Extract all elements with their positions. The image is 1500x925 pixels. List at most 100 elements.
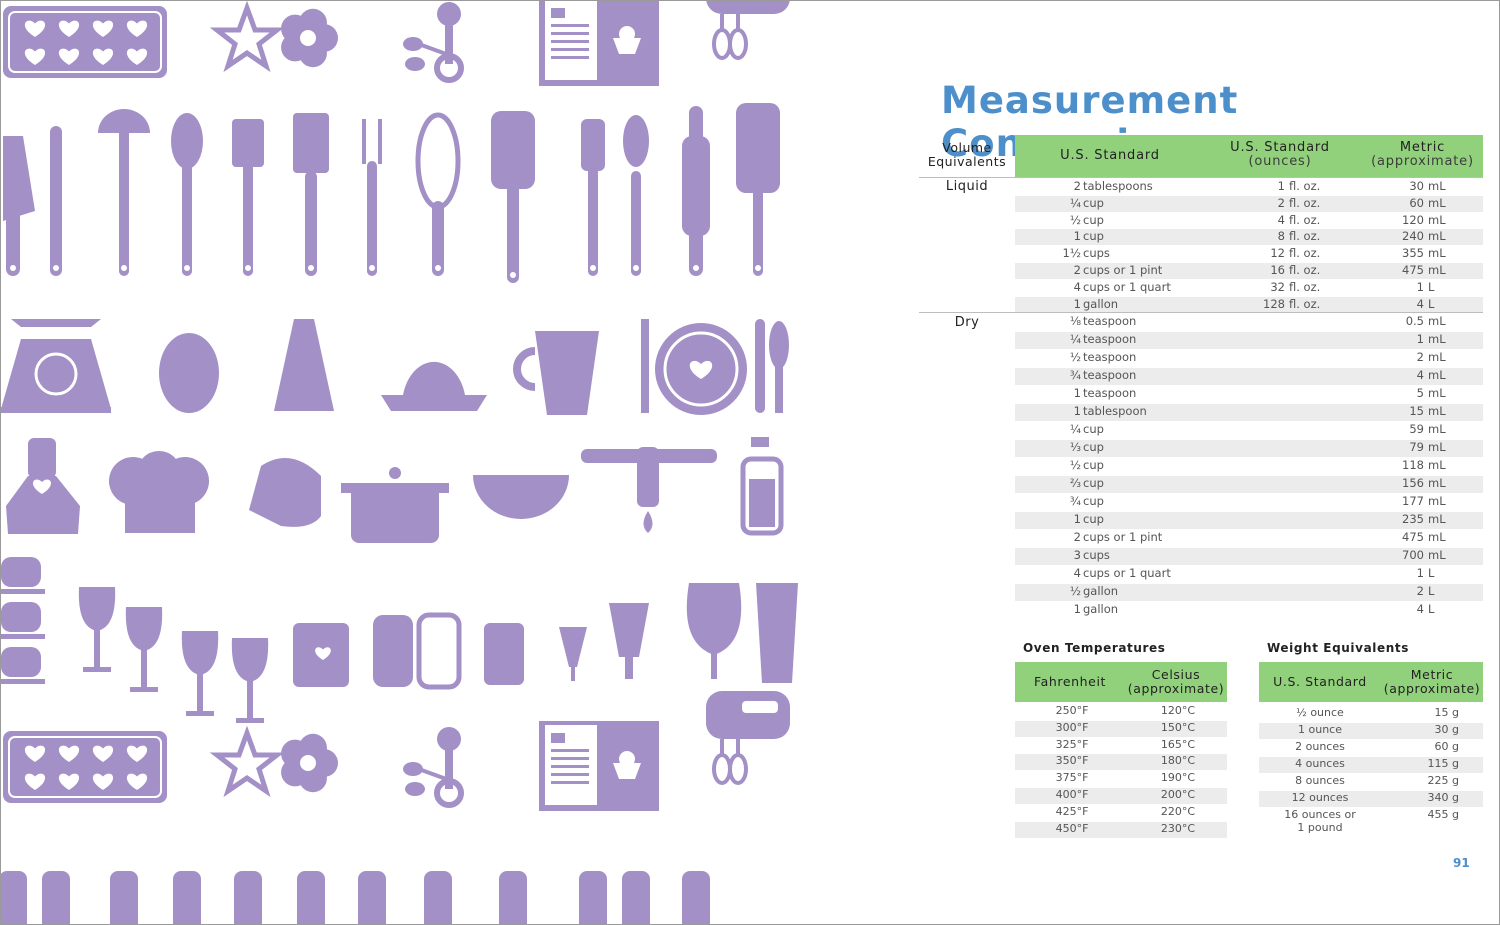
table-row: 4 cups or 1 quart 32 fl. oz. 1 L — [1015, 280, 1483, 296]
celsius: 120°C — [1160, 704, 1196, 717]
unit: cup — [1083, 422, 1104, 436]
fahrenheit: 325°F — [1055, 737, 1089, 751]
fahrenheit: 400°F — [1055, 788, 1089, 801]
table-row: 450°F 230°C — [1015, 821, 1227, 838]
utensil-icon — [173, 871, 201, 924]
metric-value: 235 — [1402, 512, 1424, 526]
flower-cookie-cutter-icon — [281, 733, 338, 793]
metric-unit: mL — [1428, 440, 1446, 454]
table-row: 250°F 120°C — [1015, 704, 1227, 720]
metric-unit: mL — [1428, 404, 1446, 418]
fahrenheit: 300°F — [1055, 720, 1089, 734]
ounces: 1 — [1277, 179, 1285, 193]
metric-unit: mL — [1428, 368, 1446, 382]
amount: ½ — [1069, 212, 1081, 227]
volume-table-header: Volume Equivalents U.S. Standard U.S. St… — [919, 135, 1483, 177]
wooden-spoon-icon — [581, 119, 605, 276]
amount: ¾ — [1069, 368, 1081, 382]
metric-unit: mL — [1428, 422, 1446, 436]
ounces: 32 — [1270, 279, 1285, 294]
celsius: 200°C — [1160, 788, 1196, 801]
amount: ¼ — [1069, 195, 1081, 210]
table-row: 12 ounces 340 g — [1259, 791, 1483, 807]
col-metric-weight: Metric (approximate) — [1383, 667, 1481, 696]
beer-glass-icon — [756, 583, 798, 683]
table-row: 1 gallon 4 L — [1015, 602, 1483, 619]
amount: 1½ — [1062, 246, 1081, 261]
book-spread: Measurement Conversions Volume Equivalen… — [0, 0, 1500, 925]
liquid-divider — [919, 177, 1483, 178]
fahrenheit: 375°F — [1055, 771, 1089, 785]
amount: ¼ — [1069, 332, 1081, 346]
slotted-spoon-icon — [171, 113, 203, 276]
table-row: 1 gallon 128 fl. oz. 4 L — [1015, 296, 1483, 313]
ounces-unit: fl. oz. — [1289, 263, 1321, 277]
unit: tablespoons — [1083, 179, 1153, 193]
celsius: 220°C — [1160, 804, 1196, 818]
table-row: 4 ounces 115 g — [1259, 757, 1483, 773]
table-row: ¼ cup 59 mL — [1015, 422, 1483, 439]
table-row: 3 cups 700 mL — [1015, 548, 1483, 565]
metric-value: 4 — [1416, 368, 1424, 382]
table-row: ½ cup 118 mL — [1015, 458, 1483, 475]
amount: 4 — [1073, 279, 1081, 294]
col-metric: Metric (approximate) — [1371, 140, 1474, 169]
amount: 3 — [1073, 548, 1081, 562]
col-us-standard-weight: U.S. Standard — [1273, 674, 1367, 689]
wine-glass-icon — [125, 607, 163, 692]
amount: 2 — [1073, 179, 1081, 193]
table-row: 1 cup 8 fl. oz. 240 mL — [1015, 229, 1483, 246]
metric-weight: 30 g — [1434, 723, 1459, 736]
metric-value: 2 — [1416, 350, 1424, 364]
table-row: 16 ounces or 1 pound 455 g — [1259, 808, 1483, 838]
slotted-turner-icon — [293, 113, 329, 276]
kitchen-illustration — [1, 1, 798, 924]
metric-unit: mL — [1428, 476, 1446, 490]
metric-value: 2 — [1416, 584, 1424, 598]
metric-value: 475 — [1402, 263, 1424, 277]
table-row: 1 tablespoon 15 mL — [1015, 404, 1483, 421]
metric-value: 59 — [1409, 422, 1424, 436]
unit: teaspoon — [1083, 350, 1137, 364]
weight-equivalents-title: Weight Equivalents — [1267, 641, 1409, 655]
table-row: 2 tablespoons 1 fl. oz. 30 mL — [1015, 179, 1483, 195]
table-row: 375°F 190°C — [1015, 771, 1227, 787]
ounces-unit: fl. oz. — [1289, 296, 1321, 311]
hand-mixer-icon — [706, 1, 790, 60]
amount: 2 — [1073, 263, 1081, 277]
recipe-book-icon — [539, 721, 659, 811]
utensil-icon — [1, 871, 27, 924]
fahrenheit: 350°F — [1055, 754, 1089, 768]
silicone-mold-icon — [3, 6, 167, 78]
unit: cups or 1 quart — [1083, 566, 1171, 580]
unit: teaspoon — [1083, 386, 1137, 400]
table-row: 1 cup 235 mL — [1015, 512, 1483, 529]
ounces-unit: fl. oz. — [1289, 229, 1321, 244]
metric-value: 1 — [1416, 566, 1424, 580]
fahrenheit: 450°F — [1055, 821, 1089, 835]
utensil-icon — [42, 871, 70, 924]
table-row: 2 ounces 60 g — [1259, 740, 1483, 756]
col-fahrenheit: Fahrenheit — [1033, 674, 1107, 689]
page-number: 91 — [1453, 856, 1470, 870]
soap-dispenser-icon — [740, 437, 784, 536]
unit: cup — [1083, 458, 1104, 472]
star-cookie-cutter-icon — [209, 1, 285, 73]
ladle-icon — [98, 109, 150, 276]
ounces: 2 — [1277, 195, 1285, 210]
us-weight-line2: 1 pound — [1297, 821, 1343, 834]
metric-value: 240 — [1402, 229, 1424, 244]
unit: cup — [1083, 476, 1104, 490]
amount: ⅛ — [1069, 314, 1081, 328]
metric-unit: L — [1428, 602, 1435, 616]
oven-mitt-icon — [249, 458, 321, 527]
unit: gallon — [1083, 296, 1119, 311]
utensil-icon — [297, 871, 325, 924]
metric-unit: mL — [1428, 263, 1446, 277]
rolling-pin-icon — [682, 106, 710, 276]
us-weight: 8 ounces — [1295, 774, 1345, 787]
amount: 1 — [1073, 404, 1081, 418]
us-weight: 16 ounces or — [1284, 808, 1356, 821]
wooden-spoon-icon — [623, 115, 649, 276]
hand-mixer-icon — [706, 691, 790, 785]
